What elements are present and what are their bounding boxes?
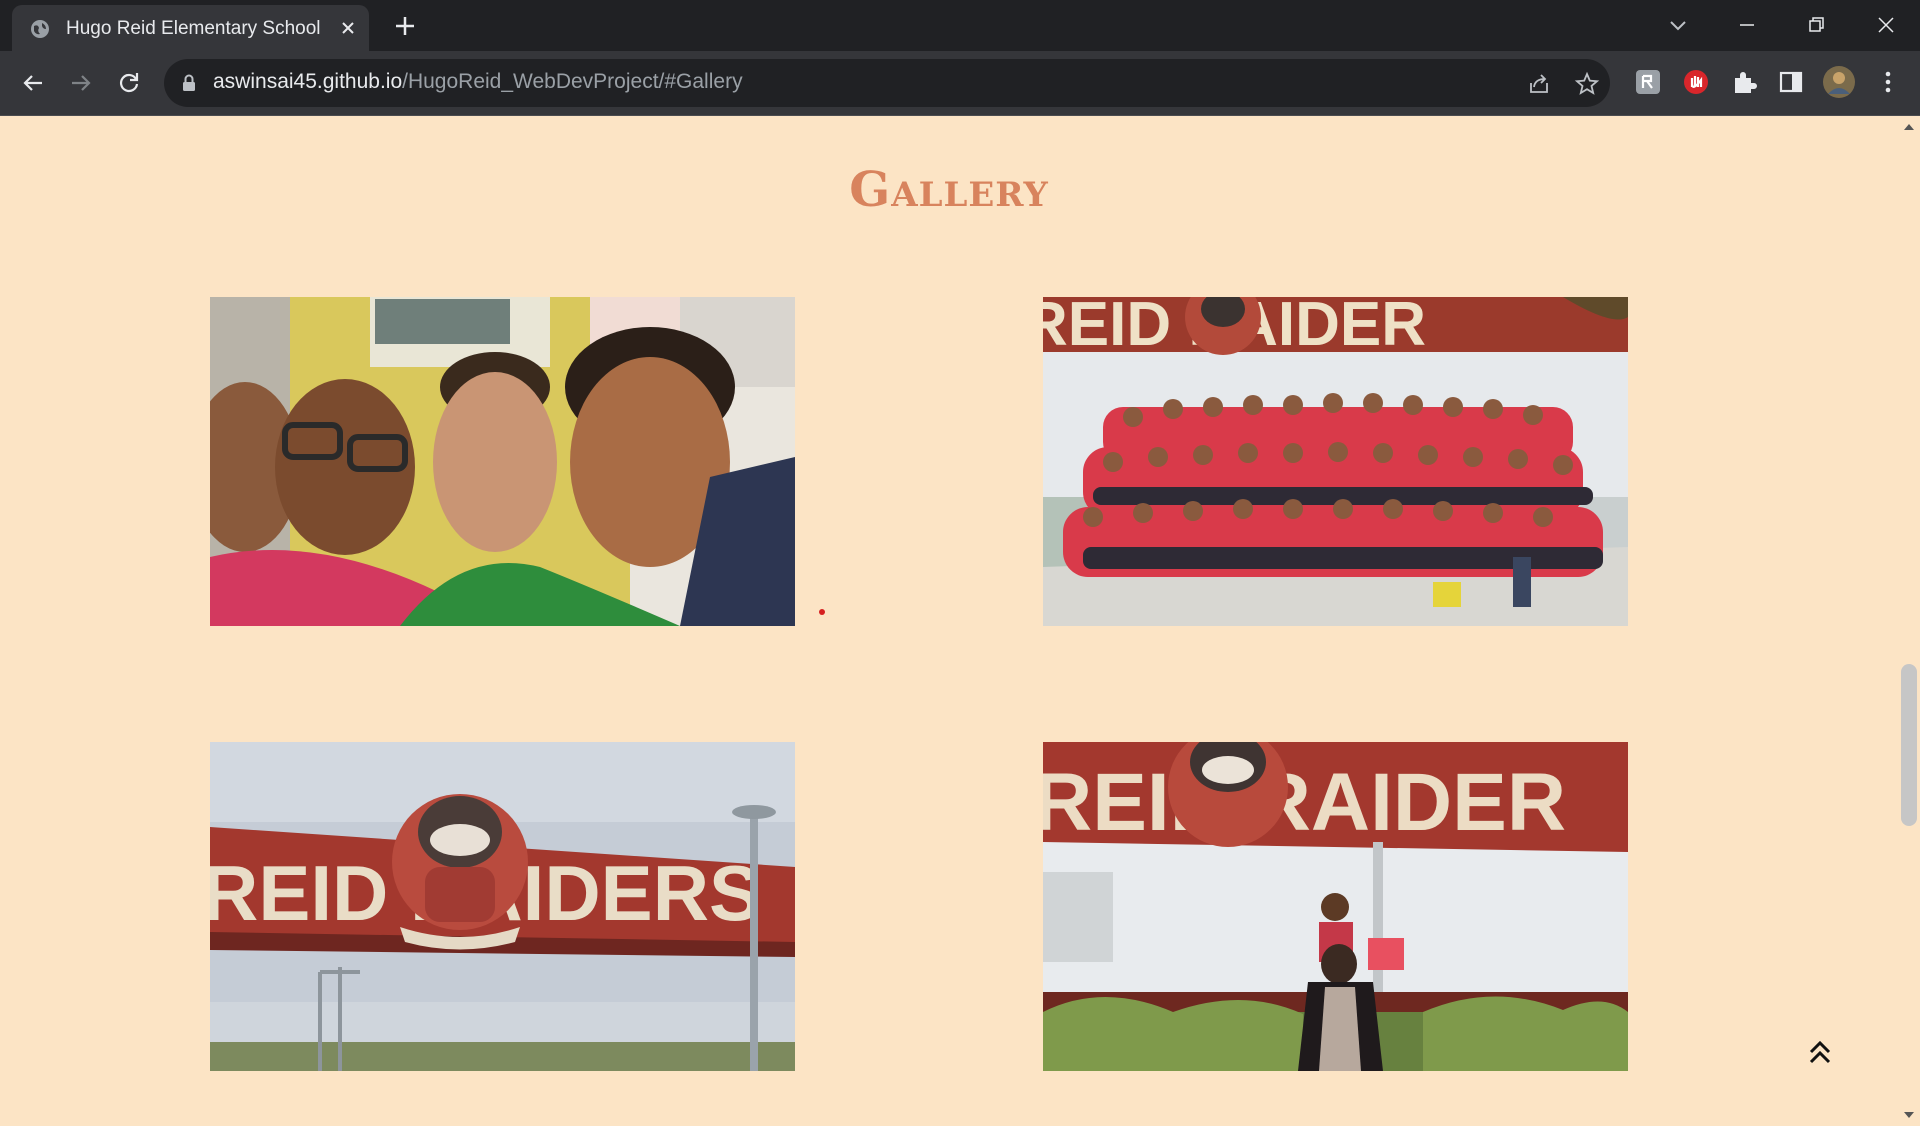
gallery-photo-kids-selfie[interactable]	[210, 297, 795, 626]
close-window-icon[interactable]	[1871, 10, 1901, 40]
scroll-down-arrow-icon[interactable]	[1903, 1110, 1915, 1120]
gallery-photo-class-group[interactable]: REID RAIDER	[1043, 297, 1628, 626]
lock-icon[interactable]	[180, 73, 198, 93]
extension-adblock-icon[interactable]	[1680, 66, 1712, 98]
url-text[interactable]: aswinsai45.github.io/HugoReid_WebDevProj…	[213, 70, 743, 94]
tab-strip: Hugo Reid Elementary School	[0, 0, 1920, 51]
browser-tab[interactable]: Hugo Reid Elementary School	[12, 5, 369, 51]
scroll-to-top-icon[interactable]	[1806, 1038, 1834, 1068]
globe-icon	[31, 20, 49, 38]
scroll-up-arrow-icon[interactable]	[1903, 122, 1915, 132]
address-bar[interactable]: aswinsai45.github.io/HugoReid_WebDevProj…	[164, 59, 1610, 107]
gallery-photo-raiders-mural[interactable]: REID RAIDERS	[210, 742, 795, 1071]
new-tab-icon[interactable]	[392, 13, 418, 39]
gallery-section: Gallery REID RAIDER REID RAIDERS REID RA…	[0, 116, 1898, 1126]
restore-icon[interactable]	[1801, 10, 1831, 40]
profile-avatar-icon[interactable]	[1822, 65, 1856, 99]
decorative-dot	[819, 609, 825, 615]
extensions-puzzle-icon[interactable]	[1728, 66, 1760, 98]
share-icon[interactable]	[1526, 71, 1552, 97]
reload-icon[interactable]	[114, 68, 144, 98]
scrollbar-thumb[interactable]	[1901, 664, 1917, 826]
chevron-down-icon[interactable]	[1667, 14, 1689, 36]
page-scrollbar[interactable]	[1898, 116, 1920, 1126]
page-title: Gallery	[849, 162, 1049, 218]
back-arrow-icon[interactable]	[18, 68, 48, 98]
browser-toolbar: aswinsai45.github.io/HugoReid_WebDevProj…	[0, 51, 1920, 115]
gallery-photo-parent-child[interactable]: REID RAIDER	[1043, 742, 1628, 1071]
svg-text:REID RAIDER: REID RAIDER	[1043, 757, 1566, 848]
minimize-icon[interactable]	[1732, 10, 1762, 40]
close-tab-icon[interactable]	[338, 18, 358, 38]
kebab-menu-icon[interactable]	[1872, 66, 1904, 98]
extension-translate-icon[interactable]	[1632, 66, 1664, 98]
forward-arrow-icon[interactable]	[66, 68, 96, 98]
side-panel-icon[interactable]	[1775, 66, 1807, 98]
tab-title: Hugo Reid Elementary School	[66, 18, 321, 39]
url-path: /HugoReid_WebDevProject/#Gallery	[402, 70, 743, 93]
url-host: aswinsai45.github.io	[213, 70, 403, 93]
star-bookmark-icon[interactable]	[1574, 71, 1600, 97]
